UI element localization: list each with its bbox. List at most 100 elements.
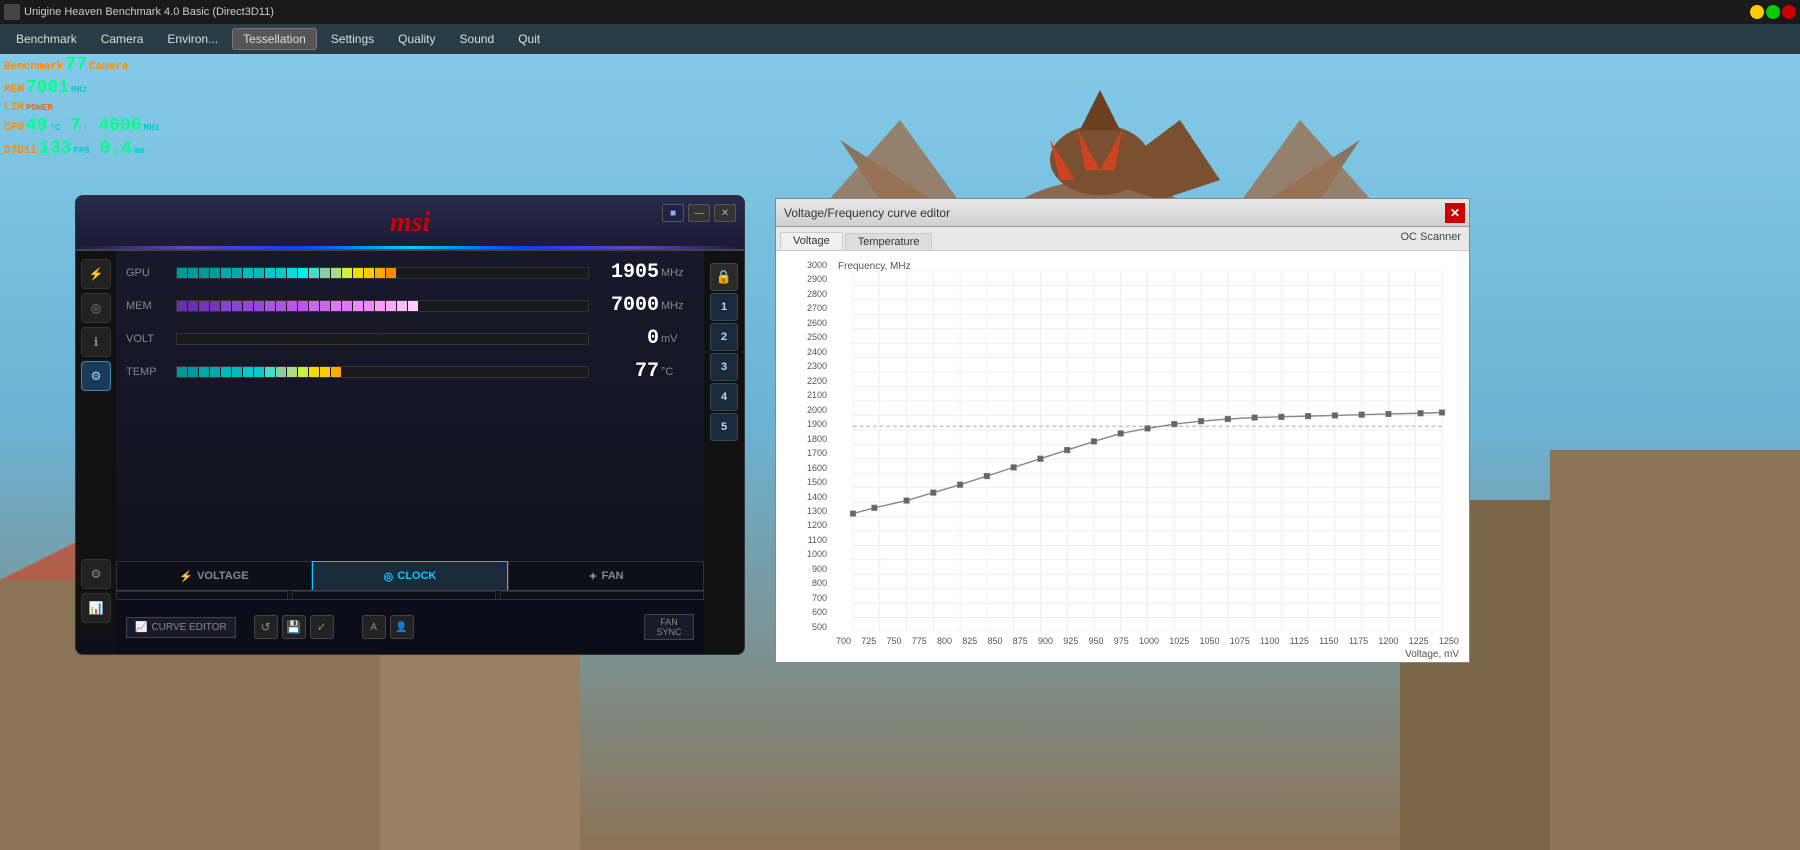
minimize-btn[interactable] (1750, 5, 1764, 19)
vf-x-axis: 700 725 750 775 800 825 850 875 900 925 … (836, 632, 1459, 662)
volt-meter-bar (176, 333, 589, 345)
x-1025: 1025 (1169, 636, 1189, 646)
title-bar: Unigine Heaven Benchmark 4.0 Basic (Dire… (0, 0, 1800, 24)
volt-value: 0 (589, 327, 659, 350)
hud-cpu-label: CPU (4, 121, 24, 135)
msi-window-controls[interactable]: ■ — ✕ (662, 204, 736, 222)
msi-tab-bar: ⚡ VOLTAGE ◎ CLOCK ✦ FAN (116, 561, 704, 591)
fan-tab-icon: ✦ (588, 570, 597, 583)
profile-4-btn[interactable]: 4 (710, 383, 738, 411)
vf-editor: Voltage/Frequency curve editor ✕ Voltage… (775, 198, 1470, 663)
nav-settings2[interactable]: ⚙ (81, 559, 111, 589)
x-1175: 1175 (1349, 636, 1368, 646)
vf-tab-voltage[interactable]: Voltage (780, 232, 843, 250)
gpu-meter-row: GPU (126, 261, 694, 284)
hud-cpu-unit2: ↑ (83, 123, 88, 135)
save-btn[interactable]: 💾 (282, 615, 306, 639)
temp-meter-bar (176, 366, 589, 378)
y-1200: 1200 (807, 521, 827, 530)
hud-d3d-value: 133 (39, 138, 71, 161)
profile-a-btn[interactable]: A (362, 615, 386, 639)
fan-sync-label: FAN SYNC (656, 617, 681, 637)
nav-performance[interactable]: ⚡ (81, 259, 111, 289)
apply-btn[interactable]: ✓ (310, 615, 334, 639)
vf-tab-temperature[interactable]: Temperature (845, 233, 933, 250)
hud-d3d-label: D3D11 (4, 144, 37, 158)
vf-y-axis: 3000 2900 2800 2700 2600 2500 2400 2300 … (776, 261, 831, 632)
x-1225: 1225 (1409, 636, 1429, 646)
y-500: 500 (812, 623, 827, 632)
tab-voltage[interactable]: ⚡ VOLTAGE (116, 561, 312, 590)
nav-info[interactable]: ℹ (81, 327, 111, 357)
y-2500: 2500 (807, 333, 827, 342)
hud-d3d-unit: FPS (73, 146, 89, 158)
volt-meter-label: VOLT (126, 333, 176, 345)
profile-user-btn[interactable]: 👤 (390, 615, 414, 639)
x-750: 750 (887, 636, 902, 646)
profile-2-btn[interactable]: 2 (710, 323, 738, 351)
y-2400: 2400 (807, 348, 827, 357)
hud-freq-val: 4606 (98, 115, 141, 138)
tab-clock[interactable]: ◎ CLOCK (312, 561, 508, 590)
voltage-tab-icon: ⚡ (179, 570, 193, 583)
x-875: 875 (1013, 636, 1028, 646)
mem-unit: MHz (659, 300, 694, 312)
y-2800: 2800 (807, 290, 827, 299)
nav-settings[interactable]: ⚙ (81, 361, 111, 391)
x-1250: 1250 (1439, 636, 1459, 646)
y-2000: 2000 (807, 406, 827, 415)
volt-unit: mV (659, 333, 694, 345)
x-975: 975 (1114, 636, 1129, 646)
msi-close-btn[interactable]: ✕ (714, 204, 736, 222)
y-800: 800 (812, 579, 827, 588)
window-controls[interactable] (1750, 5, 1796, 19)
maximize-btn[interactable] (1766, 5, 1780, 19)
y-2200: 2200 (807, 377, 827, 386)
nav-monitoring[interactable]: ◎ (81, 293, 111, 323)
curve-editor-btn[interactable]: 📈 CURVE EDITOR (126, 617, 236, 638)
tab-fan[interactable]: ✦ FAN (508, 561, 704, 590)
y-900: 900 (812, 565, 827, 574)
menu-bar: Benchmark Camera Environ... Tessellation… (0, 24, 1800, 54)
nav-graph[interactable]: 📊 (81, 593, 111, 623)
gpu-meter-bar (176, 267, 589, 279)
mem-meter-row: MEM (126, 294, 694, 317)
msi-theme-btn[interactable]: ■ (662, 204, 684, 222)
x-1200: 1200 (1378, 636, 1398, 646)
menu-sound[interactable]: Sound (450, 29, 505, 49)
y-1400: 1400 (807, 493, 827, 502)
menu-settings[interactable]: Settings (321, 29, 384, 49)
menu-tessellation[interactable]: Tessellation (232, 28, 317, 50)
temp-meter-row: TEMP (126, 360, 694, 383)
hud-ms-unit: ms (134, 146, 145, 158)
hud-mem-label: MEM (4, 83, 24, 97)
x-950: 950 (1089, 636, 1104, 646)
hud-camera-label: Camera (89, 60, 129, 74)
gpu-unit: MHz (659, 267, 694, 279)
y-2300: 2300 (807, 362, 827, 371)
msi-logo: msi (390, 207, 430, 239)
vf-chart: Frequency, MHz 3000 2900 2800 2700 2600 … (776, 251, 1469, 662)
menu-quality[interactable]: Quality (388, 29, 445, 49)
profile-3-btn[interactable]: 3 (710, 353, 738, 381)
msi-meters: GPU (116, 251, 704, 561)
vf-close-btn[interactable]: ✕ (1445, 203, 1465, 223)
menu-camera[interactable]: Camera (91, 29, 154, 49)
msi-minimize-btn[interactable]: — (688, 204, 710, 222)
reset-btn[interactable]: ↺ (254, 615, 278, 639)
lock-btn[interactable]: 🔒 (710, 263, 738, 291)
close-btn[interactable] (1782, 5, 1796, 19)
oc-scanner-label[interactable]: OC Scanner (1400, 231, 1461, 243)
x-1125: 1125 (1290, 636, 1309, 646)
x-1150: 1150 (1319, 636, 1338, 646)
menu-quit[interactable]: Quit (508, 29, 550, 49)
menu-environment[interactable]: Environ... (157, 29, 228, 49)
mem-value: 7000 (589, 294, 659, 317)
y-3000: 3000 (807, 261, 827, 270)
gpu-value: 1905 (589, 261, 659, 284)
profile-5-btn[interactable]: 5 (710, 413, 738, 441)
fan-sync-btn[interactable]: FAN SYNC (644, 614, 694, 640)
profile-1-btn[interactable]: 1 (710, 293, 738, 321)
menu-benchmark[interactable]: Benchmark (6, 29, 87, 49)
x-850: 850 (988, 636, 1003, 646)
